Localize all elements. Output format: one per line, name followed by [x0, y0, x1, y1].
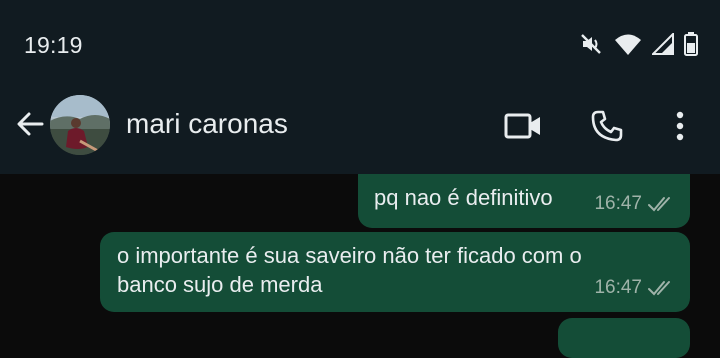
status-time: 19:19 [24, 32, 83, 58]
message-meta: 16:47 [594, 273, 676, 302]
status-icons [578, 31, 698, 57]
contact-name[interactable]: mari caronas [126, 108, 288, 140]
video-call-icon [504, 113, 540, 139]
mute-icon [578, 31, 604, 57]
voice-call-button[interactable] [587, 104, 627, 148]
back-button[interactable] [12, 106, 48, 142]
signal-icon [652, 33, 674, 55]
chat-area[interactable]: pq nao é definitivo 16:47 o importante é… [0, 174, 720, 358]
message-text: o importante é sua saveiro não ter ficad… [117, 243, 582, 297]
message-time: 16:47 [594, 277, 642, 298]
message-bubble-partial[interactable] [558, 318, 690, 358]
message-bubble[interactable]: pq nao é definitivo 16:47 [358, 174, 690, 228]
video-call-button[interactable] [503, 104, 543, 148]
more-options-button[interactable] [660, 104, 700, 148]
message-text: pq nao é definitivo [374, 185, 553, 210]
avatar[interactable] [50, 95, 110, 155]
message-bubble[interactable]: o importante é sua saveiro não ter ficad… [100, 232, 690, 312]
double-check-icon [648, 196, 670, 211]
message-meta: 16:47 [594, 189, 676, 218]
phone-icon [591, 110, 623, 142]
wifi-icon [614, 32, 642, 56]
arrow-left-icon [17, 112, 44, 136]
top-bar: 19:19 mari caronas [0, 0, 720, 174]
battery-icon [684, 32, 698, 56]
double-check-icon [648, 280, 670, 295]
message-time: 16:47 [594, 193, 642, 214]
more-vert-icon [676, 111, 684, 141]
